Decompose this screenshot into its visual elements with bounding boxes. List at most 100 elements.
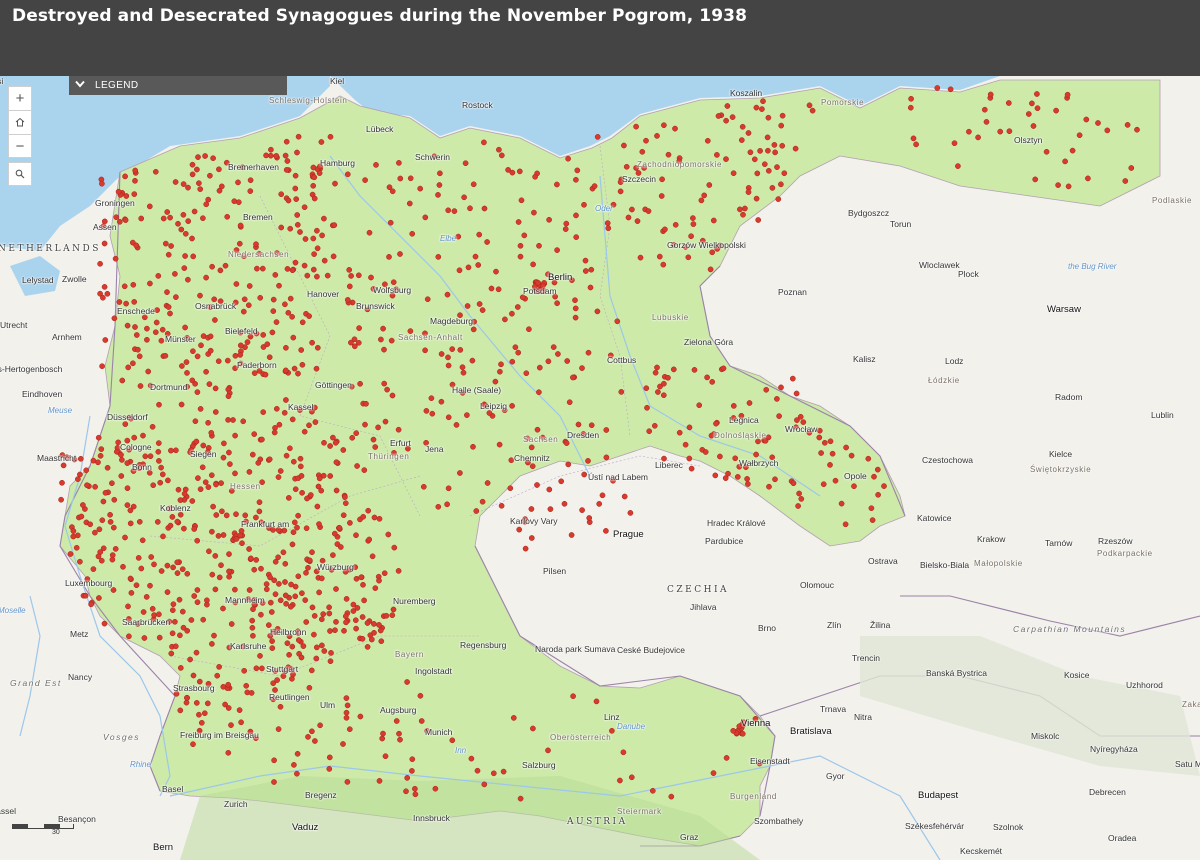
synagogue-marker[interactable]	[316, 521, 322, 527]
synagogue-marker[interactable]	[67, 551, 74, 557]
synagogue-marker[interactable]	[96, 526, 103, 533]
synagogue-marker[interactable]	[124, 322, 131, 329]
synagogue-marker[interactable]	[383, 612, 390, 619]
synagogue-marker[interactable]	[528, 506, 535, 512]
synagogue-marker[interactable]	[115, 188, 122, 195]
synagogue-marker[interactable]	[220, 683, 227, 690]
synagogue-marker[interactable]	[177, 665, 184, 671]
synagogue-marker[interactable]	[205, 196, 212, 203]
synagogue-marker[interactable]	[244, 339, 251, 345]
synagogue-marker[interactable]	[133, 332, 140, 338]
synagogue-marker[interactable]	[177, 632, 183, 639]
synagogue-marker[interactable]	[289, 416, 296, 423]
synagogue-marker[interactable]	[372, 444, 379, 450]
synagogue-marker[interactable]	[842, 521, 849, 528]
synagogue-marker[interactable]	[588, 422, 595, 429]
synagogue-marker[interactable]	[388, 337, 395, 344]
synagogue-marker[interactable]	[779, 142, 786, 149]
synagogue-marker[interactable]	[202, 153, 208, 159]
synagogue-marker[interactable]	[672, 125, 678, 132]
synagogue-marker[interactable]	[966, 128, 972, 135]
synagogue-marker[interactable]	[284, 266, 291, 272]
synagogue-marker[interactable]	[379, 735, 386, 742]
synagogue-marker[interactable]	[181, 265, 188, 271]
synagogue-marker[interactable]	[269, 329, 276, 336]
synagogue-marker[interactable]	[397, 736, 403, 743]
synagogue-marker[interactable]	[172, 271, 178, 277]
synagogue-marker[interactable]	[92, 529, 98, 536]
synagogue-marker[interactable]	[299, 590, 305, 597]
synagogue-marker[interactable]	[317, 722, 323, 729]
synagogue-marker[interactable]	[182, 230, 189, 237]
synagogue-marker[interactable]	[193, 649, 200, 656]
synagogue-marker[interactable]	[179, 363, 185, 369]
synagogue-marker[interactable]	[303, 619, 310, 625]
synagogue-marker[interactable]	[809, 107, 816, 114]
synagogue-marker[interactable]	[1030, 123, 1037, 129]
synagogue-marker[interactable]	[1053, 107, 1059, 114]
synagogue-marker[interactable]	[147, 582, 153, 589]
synagogue-marker[interactable]	[555, 351, 561, 357]
synagogue-marker[interactable]	[240, 418, 247, 425]
synagogue-marker[interactable]	[987, 91, 994, 98]
synagogue-marker[interactable]	[295, 637, 302, 643]
synagogue-marker[interactable]	[350, 608, 357, 614]
synagogue-marker[interactable]	[232, 470, 238, 477]
synagogue-marker[interactable]	[251, 431, 258, 437]
synagogue-marker[interactable]	[765, 147, 771, 154]
synagogue-marker[interactable]	[266, 456, 273, 463]
synagogue-marker[interactable]	[185, 276, 191, 283]
synagogue-marker[interactable]	[620, 749, 627, 756]
synagogue-marker[interactable]	[180, 211, 187, 218]
synagogue-marker[interactable]	[534, 426, 541, 433]
synagogue-marker[interactable]	[190, 672, 197, 679]
synagogue-marker[interactable]	[191, 526, 198, 532]
synagogue-marker[interactable]	[194, 353, 201, 360]
synagogue-marker[interactable]	[516, 526, 523, 533]
zoom-in-button[interactable]: +	[8, 86, 32, 110]
synagogue-marker[interactable]	[282, 560, 289, 567]
synagogue-marker[interactable]	[209, 641, 215, 647]
synagogue-marker[interactable]	[144, 325, 150, 332]
synagogue-marker[interactable]	[253, 241, 259, 248]
synagogue-marker[interactable]	[341, 627, 347, 634]
synagogue-marker[interactable]	[198, 342, 204, 349]
synagogue-marker[interactable]	[510, 715, 517, 721]
synagogue-marker[interactable]	[1062, 158, 1068, 165]
synagogue-marker[interactable]	[321, 648, 328, 654]
synagogue-marker[interactable]	[362, 421, 368, 428]
synagogue-marker[interactable]	[204, 597, 210, 604]
synagogue-marker[interactable]	[723, 755, 730, 761]
synagogue-marker[interactable]	[656, 253, 663, 260]
synagogue-marker[interactable]	[207, 347, 214, 354]
synagogue-marker[interactable]	[319, 232, 325, 239]
synagogue-marker[interactable]	[422, 347, 428, 354]
synagogue-marker[interactable]	[343, 619, 349, 626]
synagogue-marker[interactable]	[153, 319, 160, 326]
synagogue-marker[interactable]	[170, 601, 177, 608]
synagogue-marker[interactable]	[104, 290, 111, 297]
synagogue-marker[interactable]	[175, 486, 182, 493]
synagogue-marker[interactable]	[451, 208, 458, 214]
synagogue-marker[interactable]	[596, 501, 603, 507]
synagogue-marker[interactable]	[585, 458, 591, 464]
synagogue-marker[interactable]	[287, 295, 294, 302]
synagogue-marker[interactable]	[1134, 126, 1140, 133]
synagogue-marker[interactable]	[277, 597, 284, 604]
synagogue-marker[interactable]	[676, 429, 683, 436]
synagogue-marker[interactable]	[468, 755, 475, 762]
synagogue-marker[interactable]	[371, 629, 377, 636]
synagogue-marker[interactable]	[565, 155, 571, 162]
synagogue-marker[interactable]	[381, 380, 388, 387]
synagogue-marker[interactable]	[260, 409, 267, 415]
synagogue-marker[interactable]	[268, 146, 274, 153]
synagogue-marker[interactable]	[1006, 128, 1013, 135]
synagogue-marker[interactable]	[226, 551, 232, 557]
synagogue-marker[interactable]	[554, 300, 560, 307]
synagogue-marker[interactable]	[575, 421, 582, 428]
synagogue-marker[interactable]	[429, 410, 436, 417]
synagogue-marker[interactable]	[197, 406, 204, 412]
synagogue-marker[interactable]	[222, 701, 228, 708]
synagogue-marker[interactable]	[564, 358, 571, 364]
synagogue-marker[interactable]	[225, 393, 232, 400]
